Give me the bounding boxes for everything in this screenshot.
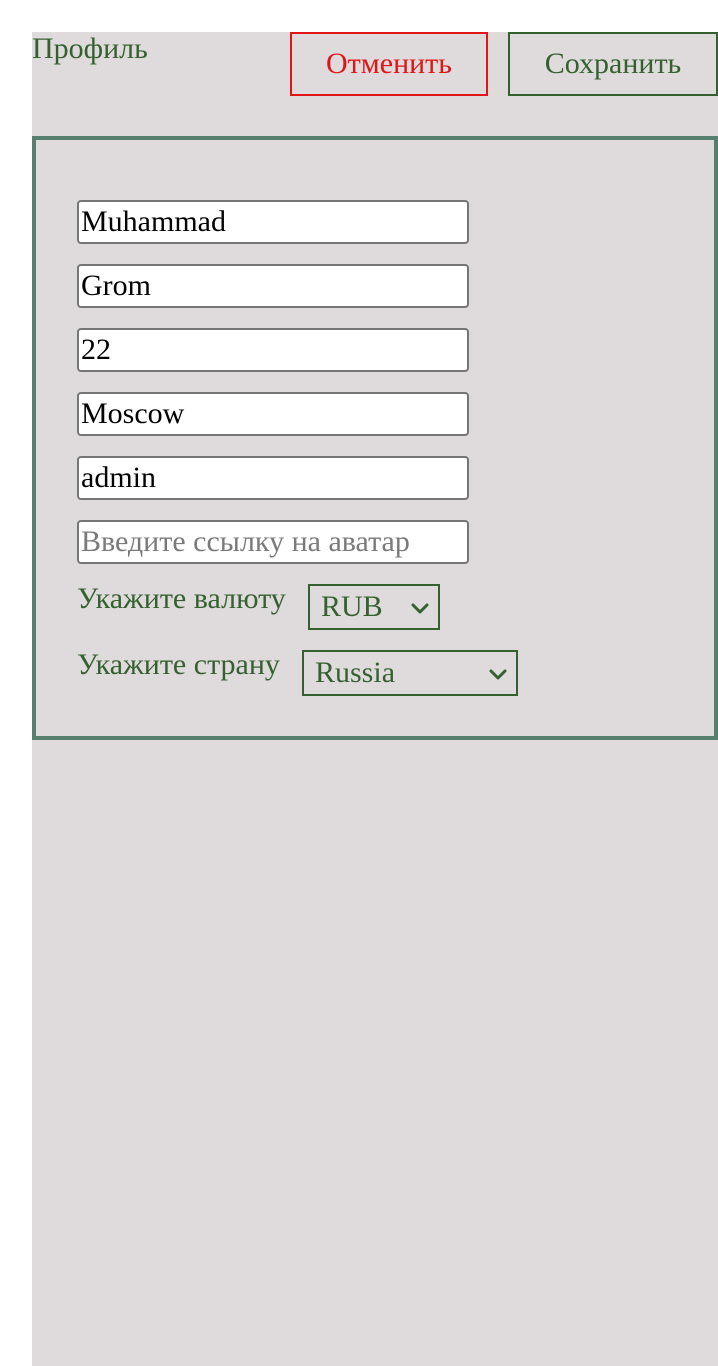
- profile-page: Профиль Отменить Сохранить Укажите валют…: [32, 32, 718, 1366]
- currency-label: Укажите валюту: [77, 582, 286, 615]
- currency-select-value: RUB: [321, 590, 383, 623]
- page-title: Профиль: [32, 32, 148, 65]
- country-label: Укажите страну: [77, 648, 280, 681]
- last-name-field[interactable]: [77, 264, 469, 308]
- country-select[interactable]: Russia: [302, 650, 518, 696]
- cancel-button[interactable]: Отменить: [290, 32, 488, 96]
- username-field[interactable]: [77, 456, 469, 500]
- save-button[interactable]: Сохранить: [508, 32, 718, 96]
- profile-form-card: Укажите валюту RUB Укажите страну Russia: [32, 136, 718, 740]
- age-field[interactable]: [77, 328, 469, 372]
- city-field[interactable]: [77, 392, 469, 436]
- currency-select[interactable]: RUB: [308, 584, 440, 630]
- avatar-url-field[interactable]: [77, 520, 469, 564]
- chevron-down-icon: [411, 603, 429, 614]
- country-select-value: Russia: [315, 656, 396, 689]
- first-name-field[interactable]: [77, 200, 469, 244]
- chevron-down-icon: [489, 669, 507, 680]
